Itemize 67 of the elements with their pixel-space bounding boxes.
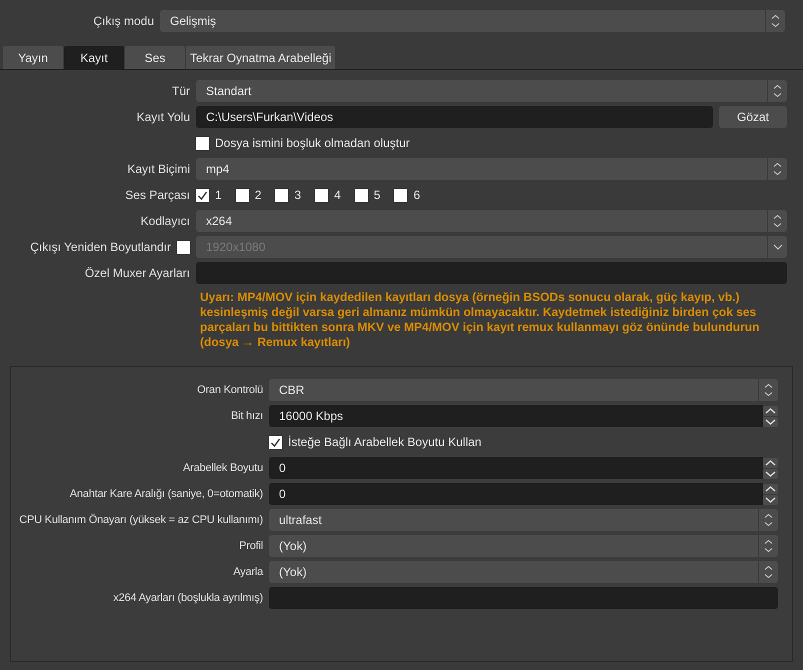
track-label: 3 [294, 187, 302, 204]
track-label: 6 [413, 187, 420, 204]
field-label: Bit hızı [230, 408, 263, 424]
up-down-arrows-icon [773, 214, 782, 228]
field-label: Ayarla [232, 564, 263, 580]
field-label: Oran Kontrolü [196, 382, 263, 398]
up-down-arrows-icon [771, 14, 780, 28]
up-down-arrows-icon [773, 162, 782, 176]
checkbox[interactable] [354, 188, 368, 202]
field-label: Çıkışı Yeniden Boyutlandır [30, 239, 171, 256]
tab[interactable]: Tekrar Oynatma Arabelleği [186, 46, 336, 69]
up-down-arrows-icon [764, 383, 773, 397]
field-label: x264 Ayarları (boşlukla ayrılmış) [112, 590, 263, 606]
text-field[interactable] [269, 587, 778, 609]
text-field[interactable] [196, 262, 787, 284]
checkbox[interactable] [196, 136, 209, 150]
dropdown[interactable]: ultrafast [269, 509, 778, 531]
dropdown[interactable]: CBR [269, 379, 778, 401]
checkbox[interactable] [275, 188, 288, 202]
up-down-arrows-icon [764, 539, 773, 553]
dropdown[interactable]: mp4 [196, 158, 787, 180]
field-label: Kayıt Biçimi [126, 161, 190, 178]
increment-button[interactable] [763, 458, 778, 468]
number-field[interactable]: 16000 Kbps [269, 405, 763, 427]
checkbox[interactable] [236, 188, 249, 202]
checkbox-label: Dosya ismini boşluk olmadan oluştur [215, 135, 410, 152]
tab[interactable]: Yayın [3, 46, 63, 69]
browse-button[interactable]: Gözat [719, 106, 787, 128]
checkbox[interactable] [269, 436, 282, 448]
tab[interactable]: Ses [125, 46, 185, 69]
dropdown[interactable]: x264 [196, 210, 787, 232]
field-label: Kayıt Yolu [136, 109, 190, 126]
dropdown[interactable]: Standart [196, 80, 787, 102]
field-label: Çıkış modu [92, 13, 154, 30]
path-field[interactable]: C:\Users\Furkan\Videos [196, 106, 713, 128]
tab[interactable]: Kayıt [64, 46, 124, 69]
field-label: Profil [238, 538, 263, 554]
field-label: Tür [171, 83, 190, 100]
checkbox[interactable] [394, 188, 408, 202]
track-label: 5 [374, 187, 380, 204]
checkbox-label: İsteğe Bağlı Arabellek Boyutu Kullan [288, 434, 482, 451]
field-label: Arabellek Boyutu [182, 460, 263, 476]
field-label: Anahtar Kare Aralığı (saniye, 0=otomatik) [68, 486, 263, 502]
increment-button[interactable] [763, 484, 778, 494]
number-field[interactable]: 0 [269, 457, 763, 479]
dropdown[interactable]: Gelişmiş [160, 10, 785, 32]
checkbox[interactable] [196, 188, 209, 202]
increment-button[interactable] [763, 406, 778, 416]
decrement-button[interactable] [763, 468, 778, 478]
up-down-arrows-icon [764, 565, 773, 579]
dropdown[interactable]: (Yok) [269, 535, 778, 557]
track-label: 2 [254, 187, 262, 204]
decrement-button[interactable] [763, 416, 778, 426]
dropdown[interactable]: (Yok) [269, 561, 778, 583]
decrement-button[interactable] [763, 494, 778, 504]
field-label: Ses Parçası [124, 187, 190, 204]
track-label: 4 [334, 187, 341, 204]
up-down-arrows-icon [764, 513, 773, 527]
track-label: 1 [215, 187, 222, 204]
number-field[interactable]: 0 [269, 483, 763, 505]
field-label: Özel Muxer Ayarları [84, 265, 190, 282]
chevron-down-icon [772, 244, 782, 250]
up-down-arrows-icon [773, 84, 782, 98]
field-label: CPU Kullanım Önayarı (yüksek = az CPU kullanımı) [18, 512, 263, 528]
warning-text: Uyarı: MP4/MOV için kaydedilen kayıtları dosya (örneğin BSODs sonucu olarak, güç kayıp, vb.) kesinleşmiş değil varsa geri almanız mümkün olmayacaktır. Kaydetmek istediğiniz birden çok ses parçaları bu bittikten sonra MKV ve MP4/MOV için kayıt remux kullanmayı göz önünde bulundurun (dosya → Remux kayıtları) [200, 290, 760, 350]
checkbox[interactable] [315, 188, 328, 202]
field-label: Kodlayıcı [140, 213, 190, 230]
